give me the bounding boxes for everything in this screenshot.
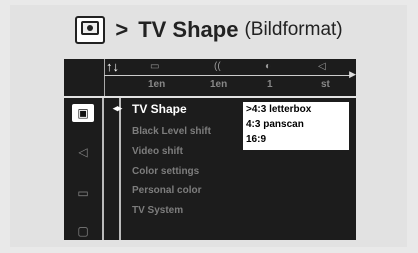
header-arrow: > [115,17,129,42]
audio-language-value: 1en [210,79,228,90]
divider [104,59,105,96]
divider [119,98,121,240]
menu-item-black-level-shift[interactable]: Black Level shift [132,126,211,137]
arrow-right-icon: ▶ [349,69,356,79]
settings-panel: ▣ ◁ ▭ ▢ ◂▸ TV Shape Black Level shift Vi… [64,98,356,240]
disc-value: 1 [267,79,273,90]
page-title: TV Shape [138,17,239,42]
option-16-9[interactable]: 16:9 [246,134,266,145]
audio-language-icon[interactable]: (( [214,61,221,72]
tv-icon[interactable]: ▣ [72,104,94,122]
option-4-3-panscan[interactable]: 4:3 panscan [246,119,304,130]
tv-icon [75,16,106,44]
tools-icon[interactable]: ↑↓ [106,59,119,74]
option-4-3-letterbox[interactable]: >4:3 letterbox [246,104,311,115]
category-sidebar: ▣ ◁ ▭ ▢ [64,98,102,240]
tv-shape-options: >4:3 letterbox 4:3 panscan 16:9 [243,102,349,150]
page-header: > TV Shape (Bildformat) [0,10,418,50]
menu-item-tv-shape[interactable]: TV Shape [132,102,187,116]
divider [102,98,104,240]
speaker-icon[interactable]: ◁ [72,143,94,161]
page-subtitle: (Bildformat) [244,19,343,40]
selection-cursor-icon: ◂▸ [113,103,123,113]
subtitle-value: 1en [148,79,166,90]
divider [104,75,352,76]
disc-icon[interactable]: ◐ [265,61,271,72]
subtitle-icon[interactable]: ▭ [150,61,159,72]
speaker-value: st [321,79,330,90]
menu-item-tv-system[interactable]: TV System [132,205,183,216]
speaker-icon[interactable]: ◁ [318,61,326,72]
menu-item-personal-color[interactable]: Personal color [132,185,201,196]
message-icon[interactable]: ▭ [72,184,94,202]
menu-item-video-shift[interactable]: Video shift [132,146,183,157]
lock-icon[interactable]: ▢ [72,222,94,240]
top-menu-bar: ↑↓ ▶ ▭ 1en (( 1en ◐ 1 ◁ st [64,59,356,96]
menu-item-color-settings[interactable]: Color settings [132,166,199,177]
